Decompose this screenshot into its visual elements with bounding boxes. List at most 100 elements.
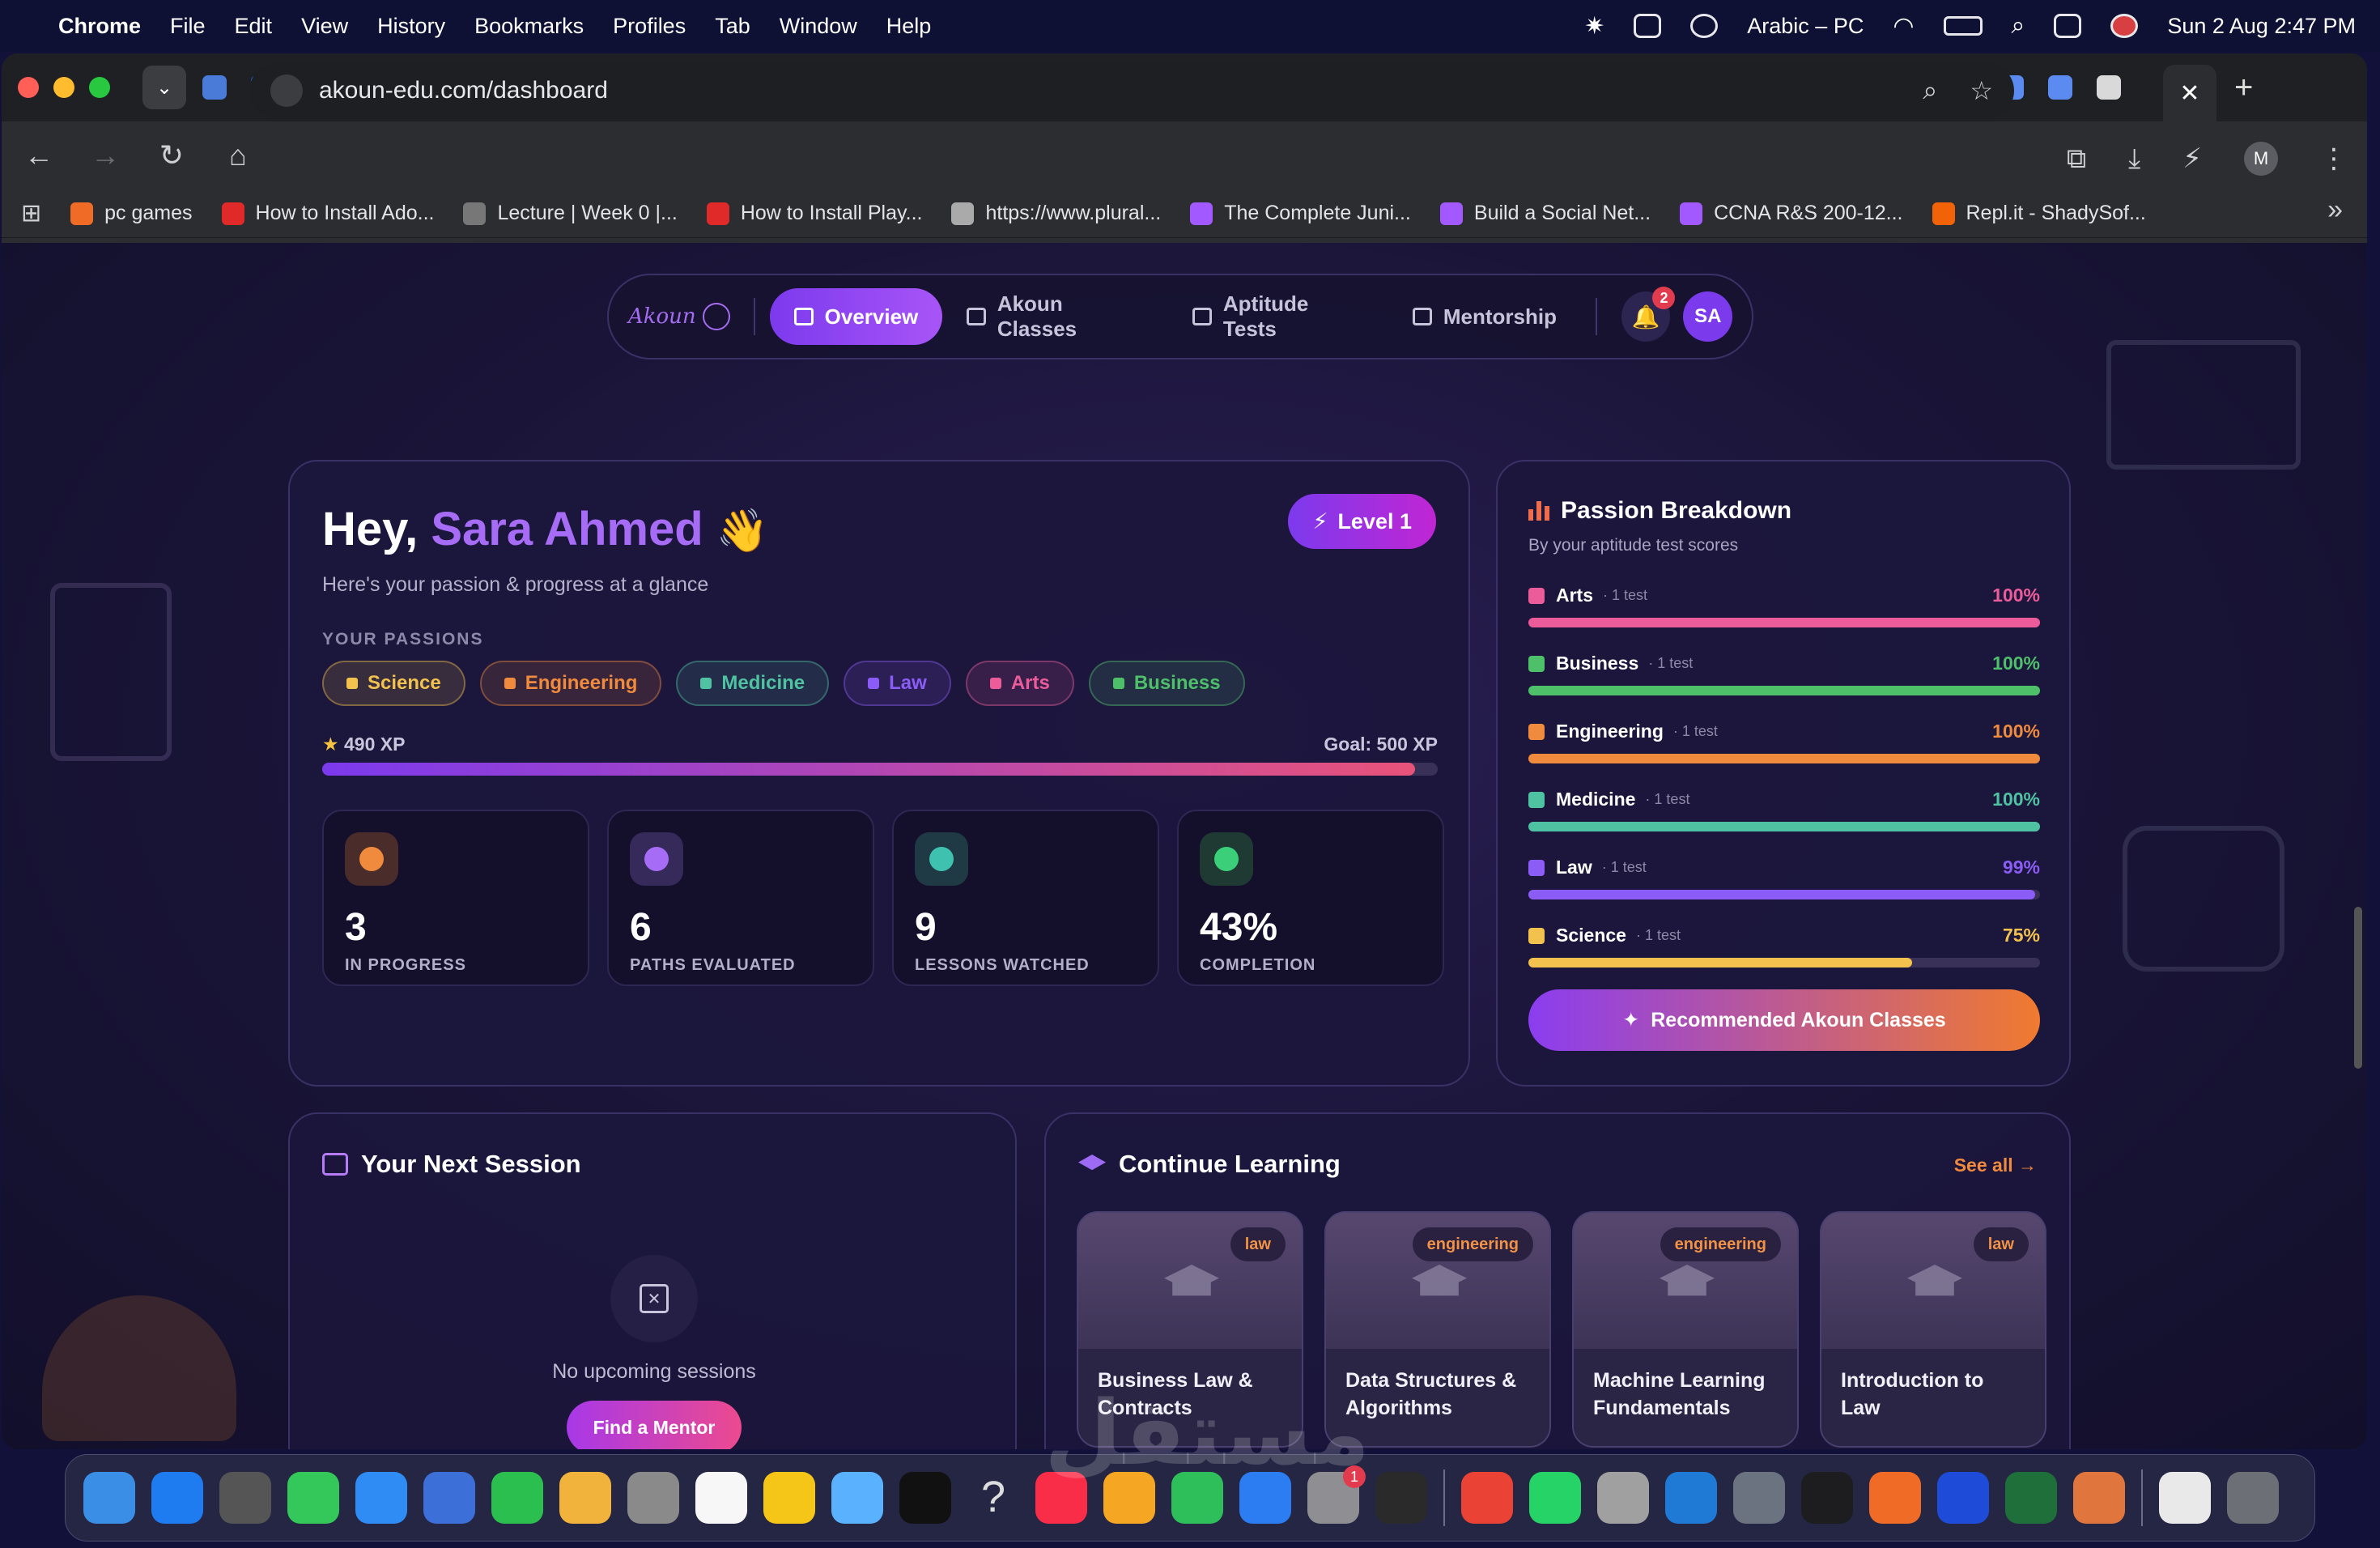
passion-chip-arts[interactable]: Arts [965,661,1074,706]
find-mentor-button[interactable]: Find a Mentor [567,1401,742,1449]
passion-chip-engineering[interactable]: Engineering [479,661,662,706]
profile-avatar[interactable]: M [2244,142,2278,176]
course-card[interactable]: engineering Machine Learning Fundamental… [1572,1211,1799,1448]
address-bar[interactable]: akoun-edu.com/dashboard ⌕ ☆ [249,63,2014,118]
siri-icon[interactable] [2110,14,2139,38]
bookmark-star-icon[interactable]: ☆ [1970,75,1993,106]
bookmark-item[interactable]: https://www.plural... [951,202,1161,225]
bookmark-item[interactable]: Lecture | Week 0 |... [463,202,678,225]
chrome-dock-icon[interactable] [1461,1472,1513,1524]
tab-aptitude-tests[interactable]: Aptitude Tests [1168,288,1388,345]
passion-chip-science[interactable]: Science [322,661,465,706]
zoom-app-icon[interactable] [1869,1472,1921,1524]
course-card[interactable]: law Introduction to Law [1820,1211,2046,1448]
new-tab-icon[interactable]: + [2234,70,2253,106]
menu-edit[interactable]: Edit [235,14,273,39]
help-question-icon[interactable]: ? [967,1472,1019,1524]
page-scrollbar[interactable] [2354,907,2362,1069]
user-avatar[interactable]: SA [1683,291,1733,342]
forward-icon[interactable]: → [87,138,123,172]
menu-window[interactable]: Window [780,14,857,39]
zoom-icon[interactable]: ⌕ [1923,75,1937,106]
bookmark-item[interactable]: Build a Social Net... [1439,202,1651,225]
messages-icon[interactable] [287,1472,339,1524]
voice-memos-icon[interactable] [2005,1472,2057,1524]
mail-icon[interactable] [355,1472,407,1524]
akoun-logo[interactable]: Akoun [628,303,739,330]
bookmark-item[interactable]: pc games [70,202,193,225]
menu-bookmarks[interactable]: Bookmarks [474,14,584,39]
trash-icon[interactable] [2227,1472,2279,1524]
freeform-icon[interactable] [831,1472,883,1524]
reload-icon[interactable]: ↻ [154,138,189,172]
passion-chip-business[interactable]: Business [1088,661,1245,706]
control-center-icon[interactable] [2054,14,2082,38]
bookmark-item[interactable]: How to Install Play... [706,202,922,225]
finder-icon[interactable] [83,1472,135,1524]
photos-icon[interactable] [559,1472,611,1524]
sparkle-icon[interactable]: ✷ [1584,12,1604,40]
level-badge[interactable]: ⚡ Level 1 [1288,494,1436,549]
menu-tab[interactable]: Tab [715,14,750,39]
passion-chip-law[interactable]: Law [844,661,951,706]
tab-mentorship[interactable]: Mentorship [1388,288,1581,345]
wifi-icon[interactable]: ◠ [1893,12,1914,40]
facetime-icon[interactable] [491,1472,543,1524]
notes-icon[interactable] [763,1472,815,1524]
apple-tv-icon[interactable] [899,1472,951,1524]
claude-icon[interactable] [2073,1472,2125,1524]
affinity-icon[interactable] [1937,1472,1989,1524]
tab-favicon[interactable] [202,75,227,100]
calendar-grid-icon[interactable] [1375,1472,1427,1524]
menu-profiles[interactable]: Profiles [613,14,686,39]
menu-history[interactable]: History [377,14,445,39]
disk-utility-icon[interactable] [1733,1472,1785,1524]
recommended-classes-button[interactable]: ✦ Recommended Akoun Classes [1528,989,2040,1051]
menu-app-name[interactable]: Chrome [58,14,141,39]
notifications-button[interactable]: 🔔 2 [1621,287,1676,342]
audio-wave-icon[interactable] [1634,14,1662,38]
apps-grid-icon[interactable]: ⊞ [21,199,41,228]
app-store-icon[interactable] [423,1472,475,1524]
document-icon[interactable] [2159,1472,2211,1524]
safari-icon[interactable] [151,1472,203,1524]
whatsapp-icon[interactable] [1529,1472,1581,1524]
tab-favicon[interactable] [2097,75,2121,100]
spotlight-search-icon[interactable]: ⌕ [2012,12,2025,40]
tab-akoun-classes[interactable]: Akoun Classes [942,288,1168,345]
url-text[interactable]: akoun-edu.com/dashboard [319,77,1890,104]
back-icon[interactable]: ← [21,138,57,172]
terminal-icon[interactable] [1801,1472,1853,1524]
tab-search-dropdown-icon[interactable]: ⌄ [142,66,186,109]
menu-help[interactable]: Help [886,14,932,39]
tab-favicon[interactable] [2048,75,2072,100]
menu-file[interactable]: File [170,14,206,39]
chrome-menu-icon[interactable]: ⋮ [2320,142,2348,175]
home-icon[interactable]: ⌂ [220,138,256,172]
input-source[interactable]: Arabic – PC [1747,14,1864,39]
play-icon[interactable] [1690,14,1719,38]
more-bookmarks-icon[interactable]: » [2327,194,2343,226]
close-tab-icon[interactable]: ✕ [2163,65,2216,121]
close-window-button[interactable] [18,77,39,98]
reminders-icon[interactable] [695,1472,747,1524]
extensions-icon[interactable]: ⧉ [2067,143,2086,175]
bookmark-item[interactable]: How to Install Ado... [221,202,434,225]
zoom-window-button[interactable] [89,77,110,98]
launchpad-icon[interactable] [219,1472,271,1524]
bookmark-item[interactable]: The Complete Juni... [1190,202,1411,225]
bookmark-item[interactable]: CCNA R&S 200-12... [1680,202,1903,225]
bookmark-item[interactable]: Repl.it - ShadySof... [1932,202,2146,225]
site-info-icon[interactable] [270,74,303,107]
performance-icon[interactable]: ⚡ [2182,142,2202,175]
vscode-icon[interactable] [1665,1472,1717,1524]
contacts-icon[interactable] [627,1472,679,1524]
passion-chip-medicine[interactable]: Medicine [676,661,830,706]
download-icon[interactable]: ⤓ [2128,143,2140,175]
tab-overview[interactable]: Overview [769,288,943,345]
menubar-clock[interactable]: Sun 2 Aug 2:47 PM [2167,14,2356,39]
calculator-icon[interactable] [1597,1472,1649,1524]
menu-view[interactable]: View [301,14,348,39]
minimize-window-button[interactable] [53,77,74,98]
see-all-link[interactable]: See all → [1954,1155,2037,1176]
